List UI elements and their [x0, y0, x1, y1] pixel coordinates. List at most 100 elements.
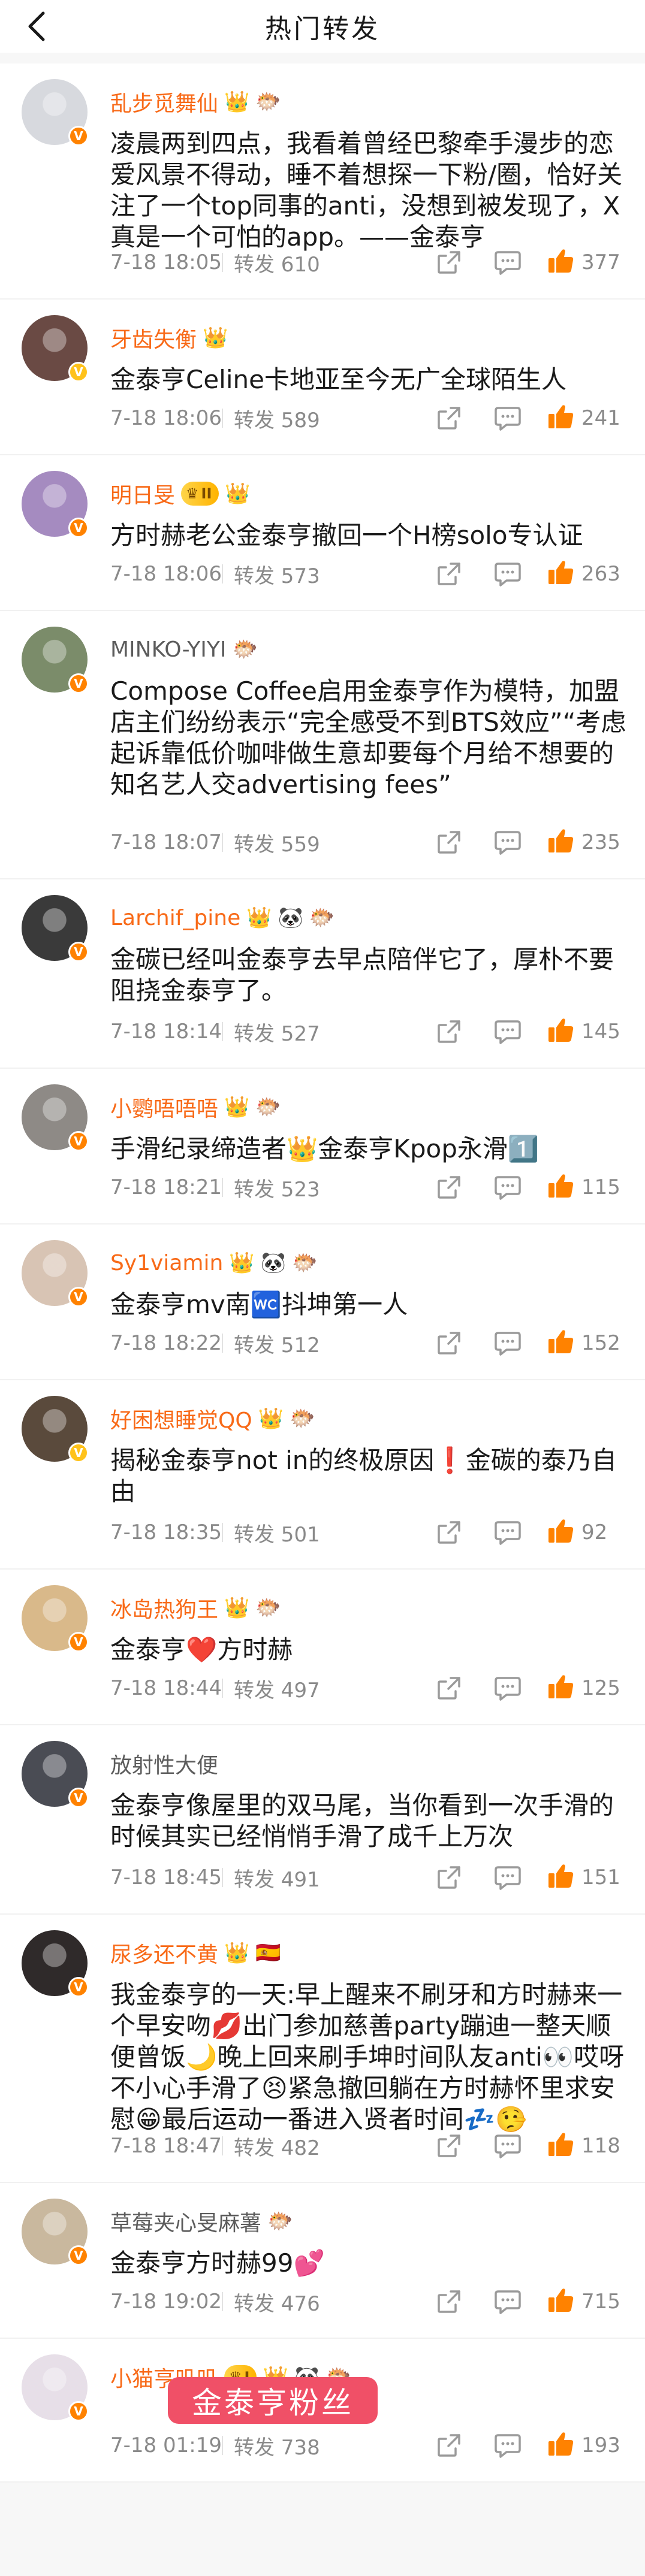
comment-icon[interactable]	[492, 1015, 524, 1048]
share-icon[interactable]	[433, 1516, 465, 1549]
level-label: II	[201, 485, 212, 502]
share-icon[interactable]	[433, 1672, 465, 1704]
avatar[interactable]: V	[22, 627, 89, 694]
username[interactable]: 尿多还不黄	[110, 1937, 218, 1969]
comment-icon[interactable]	[492, 2130, 524, 2162]
like-button[interactable]: 263	[547, 559, 623, 589]
action-group: 235	[406, 826, 623, 858]
like-button[interactable]: 125	[547, 1673, 623, 1703]
repost-item[interactable]: V 草莓夹心旻麻薯 🐡 金泰亨方时赫99💕 7-18 19:02 转发 476 715	[0, 2183, 645, 2339]
comment-icon[interactable]	[492, 1327, 524, 1359]
divider	[222, 833, 223, 852]
divider	[222, 1679, 223, 1698]
avatar[interactable]: V	[22, 471, 89, 538]
back-button[interactable]	[18, 8, 54, 44]
comment-icon[interactable]	[492, 1672, 524, 1704]
username[interactable]: 明日旻	[110, 478, 175, 509]
comment-icon[interactable]	[492, 558, 524, 590]
username[interactable]: 放射性大便	[110, 1748, 218, 1779]
comment-icon[interactable]	[492, 1861, 524, 1894]
repost-item[interactable]: V小猫亨叽叽♛I👑🐼🐡7-18 01:19转发 738193金泰亨粉丝	[0, 2339, 645, 2483]
like-button[interactable]: 152	[547, 1328, 623, 1358]
user-badge-icon: 🇪🇸	[255, 1941, 281, 1965]
avatar[interactable]: V	[22, 1741, 89, 1808]
thumbs-up-icon	[547, 559, 575, 589]
verified-badge-icon: V	[68, 2401, 89, 2421]
avatar[interactable]: V	[22, 1585, 89, 1652]
repost-item[interactable]: V Sy1viamin 👑 🐼 🐡 金泰亨mv南🚾抖坤第一人 7-18 18:22 转发 51…	[0, 1224, 645, 1380]
repost-item[interactable]: V Larchif_pine 👑 🐼 🐡 金碳已经叫金泰亨去早点陪伴它了，厚朴不要阻挠金泰…	[0, 879, 645, 1069]
verified-badge-icon: V	[68, 1977, 89, 1997]
avatar[interactable]: V	[22, 79, 89, 146]
username[interactable]: MINKO-YIYI	[110, 637, 227, 662]
repost-item[interactable]: V 尿多还不黄 👑 🇪🇸 我金泰亨的一天:早上醒来不刷牙和方时赫来一个早安吻💋出门参加慈…	[0, 1915, 645, 2183]
repost-item[interactable]: V 牙齿失衡 👑 金泰亨Celine卡地亚至今无广全球陌生人 7-18 18:06 转发 …	[0, 300, 645, 455]
share-icon[interactable]	[433, 246, 465, 279]
avatar[interactable]: V	[22, 1084, 89, 1151]
repost-item[interactable]: V 明日旻 ♛ II 👑 方时赫老公金泰亨撤回一个H榜solo专认证 7-18 18:06 转…	[0, 455, 645, 611]
share-icon[interactable]	[433, 2429, 465, 2462]
verified-badge-icon: V	[68, 2245, 89, 2266]
comment-icon[interactable]	[492, 1171, 524, 1204]
like-button[interactable]: 193	[547, 2430, 623, 2460]
thumbs-up-icon	[547, 2430, 575, 2460]
username[interactable]: 冰岛热狗王	[110, 1592, 218, 1623]
post-time: 7-18 18:07	[110, 830, 222, 854]
divider	[222, 253, 223, 272]
username[interactable]: 牙齿失衡	[110, 322, 197, 353]
thumbs-up-icon	[547, 403, 575, 433]
user-badge-icon: 🐡	[292, 1251, 318, 1275]
comment-icon[interactable]	[492, 2285, 524, 2318]
share-icon[interactable]	[433, 2285, 465, 2318]
avatar[interactable]: V	[22, 2354, 89, 2421]
comment-icon[interactable]	[492, 246, 524, 279]
repost-meta-row: 7-18 18:06 转发 589 241	[110, 400, 623, 436]
repost-item[interactable]: V 好困想睡觉QQ 👑 🐡 揭秘金泰亨not in的终极原因❗️金碳的泰乃自由 7-18 …	[0, 1380, 645, 1570]
comment-icon[interactable]	[492, 402, 524, 434]
like-count: 151	[581, 1866, 620, 1889]
like-button[interactable]: 151	[547, 1863, 623, 1892]
like-button[interactable]: 715	[547, 2287, 623, 2317]
share-icon[interactable]	[433, 1327, 465, 1359]
avatar[interactable]: V	[22, 895, 89, 962]
share-icon[interactable]	[433, 1015, 465, 1048]
avatar[interactable]: V	[22, 1240, 89, 1307]
avatar[interactable]: V	[22, 1396, 89, 1463]
repost-text: 揭秘金泰亨not in的终极原因❗️金碳的泰乃自由	[110, 1446, 617, 1506]
share-icon[interactable]	[433, 2130, 465, 2162]
username[interactable]: Sy1viamin	[110, 1251, 223, 1275]
repost-item[interactable]: V 放射性大便 金泰亨像屋里的双马尾，当你看到一次手滑的时候其实已经悄悄手滑了成千上…	[0, 1725, 645, 1915]
like-button[interactable]: 145	[547, 1017, 623, 1047]
username[interactable]: 乱步觅舞仙	[110, 86, 218, 117]
repost-meta-row: 7-18 18:47 转发 482 118	[110, 2128, 623, 2164]
username[interactable]: Larchif_pine	[110, 906, 240, 930]
like-button[interactable]: 118	[547, 2131, 623, 2161]
repost-item[interactable]: V 乱步觅舞仙 👑 🐡 凌晨两到四点，我看着曾经巴黎牵手漫步的恋爱风景不得动，睡不着想探…	[0, 64, 645, 300]
like-count: 145	[581, 1020, 620, 1044]
avatar[interactable]: V	[22, 2199, 89, 2266]
share-icon[interactable]	[433, 826, 465, 858]
action-group: 152	[406, 1327, 623, 1359]
like-button[interactable]: 241	[547, 403, 623, 433]
avatar[interactable]: V	[22, 315, 89, 382]
share-icon[interactable]	[433, 1171, 465, 1204]
username[interactable]: 小鹦唔唔唔	[110, 1092, 218, 1123]
share-icon[interactable]	[433, 1861, 465, 1894]
repost-item[interactable]: V 冰岛热狗王 👑 🐡 金泰亨❤️方时赫 7-18 18:44 转发 497 125	[0, 1570, 645, 1725]
like-button[interactable]: 115	[547, 1172, 623, 1202]
post-time: 7-18 19:02	[110, 2290, 222, 2314]
like-button[interactable]: 92	[547, 1517, 623, 1547]
share-icon[interactable]	[433, 558, 465, 590]
username[interactable]: 好困想睡觉QQ	[110, 1403, 252, 1434]
thumbs-up-icon	[547, 247, 575, 277]
repost-item[interactable]: V 小鹦唔唔唔 👑 🐡 手滑纪录缔造者👑金泰亨Kpop永滑1️⃣ 7-18 18:21 转发…	[0, 1069, 645, 1224]
share-icon[interactable]	[433, 402, 465, 434]
avatar[interactable]: V	[22, 1930, 89, 1997]
like-button[interactable]: 377	[547, 247, 623, 277]
repost-item[interactable]: V MINKO-YIYI 🐡 Compose Coffee启用金泰亨作为模特，加盟店主…	[0, 611, 645, 879]
comment-icon[interactable]	[492, 826, 524, 858]
comment-icon[interactable]	[492, 1516, 524, 1549]
comment-icon[interactable]	[492, 2429, 524, 2462]
username[interactable]: 草莓夹心旻麻薯	[110, 2206, 261, 2237]
like-button[interactable]: 235	[547, 827, 623, 857]
